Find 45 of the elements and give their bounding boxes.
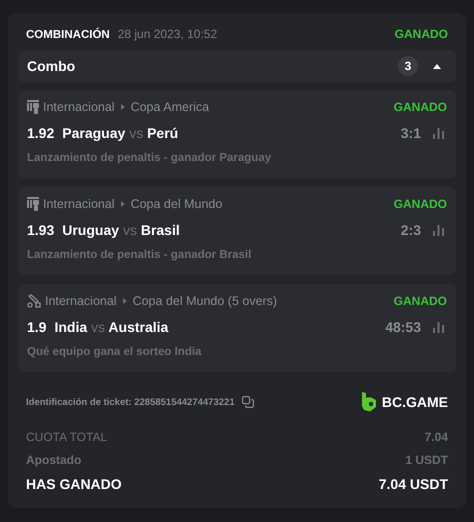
bet-type: COMBINACIÓN xyxy=(26,29,110,41)
market-text: Qué equipo gana el sorteo India xyxy=(27,346,202,358)
combo-header[interactable]: Combo 3 xyxy=(18,50,456,82)
stats-icon[interactable] xyxy=(433,224,445,236)
match-teams: India vs Australia xyxy=(54,319,168,335)
odds-value: 1.93 xyxy=(27,222,54,238)
selection-status: GANADO xyxy=(394,100,447,114)
sport-category: Internacional xyxy=(43,100,115,114)
match-teams: Uruguay vs Brasil xyxy=(62,222,180,238)
count-badge: 3 xyxy=(398,56,418,76)
caret-icon xyxy=(432,62,442,70)
selection-status: GANADO xyxy=(394,197,447,211)
match-score: 48:53 xyxy=(385,319,421,335)
stats-icon[interactable] xyxy=(433,128,445,138)
bat-icon xyxy=(27,294,41,308)
match-score: 2:3 xyxy=(400,222,421,238)
ticket-id: Identificación de ticket: 2285851544274473221 xyxy=(26,396,235,408)
market-text: Lanzamiento de penaltis - ganador Brasil xyxy=(27,249,252,261)
odds-value: 1.9 xyxy=(27,319,46,335)
selection-status: GANADO xyxy=(394,294,447,308)
chevron-icon xyxy=(120,201,125,207)
sport-category: Internacional xyxy=(45,294,117,308)
combo-label: Combo xyxy=(27,58,76,74)
total-label: Apostado xyxy=(26,452,82,466)
match-score: 3:1 xyxy=(400,125,421,141)
chevron-icon xyxy=(120,104,125,110)
total-value: 1 USDT xyxy=(405,452,448,466)
bet-status: GANADO xyxy=(394,27,448,41)
league-name: Copa del Mundo xyxy=(130,197,222,211)
copy-icon[interactable] xyxy=(242,396,254,408)
market-text: Lanzamiento de penaltis - ganador Paraguay xyxy=(27,152,272,164)
match-teams: Paraguay vs Perú xyxy=(62,125,178,141)
league-name: Copa America xyxy=(130,100,210,114)
bet-date: 28 jun 2023, 10:52 xyxy=(118,27,218,41)
sport-category: Internacional xyxy=(43,197,115,211)
brand-name: BC.GAME xyxy=(382,394,448,410)
stats-icon[interactable] xyxy=(433,322,445,332)
total-value: 7.04 xyxy=(424,430,448,444)
chevron-icon xyxy=(122,298,127,304)
total-value: 7.04 USDT xyxy=(378,476,448,492)
total-label: CUOTA TOTAL xyxy=(26,430,108,444)
logo-icon xyxy=(360,392,377,412)
league-name: Copa del Mundo (5 overs) xyxy=(132,294,278,308)
total-label: HAS GANADO xyxy=(26,476,122,492)
odds-value: 1.92 xyxy=(27,125,54,141)
